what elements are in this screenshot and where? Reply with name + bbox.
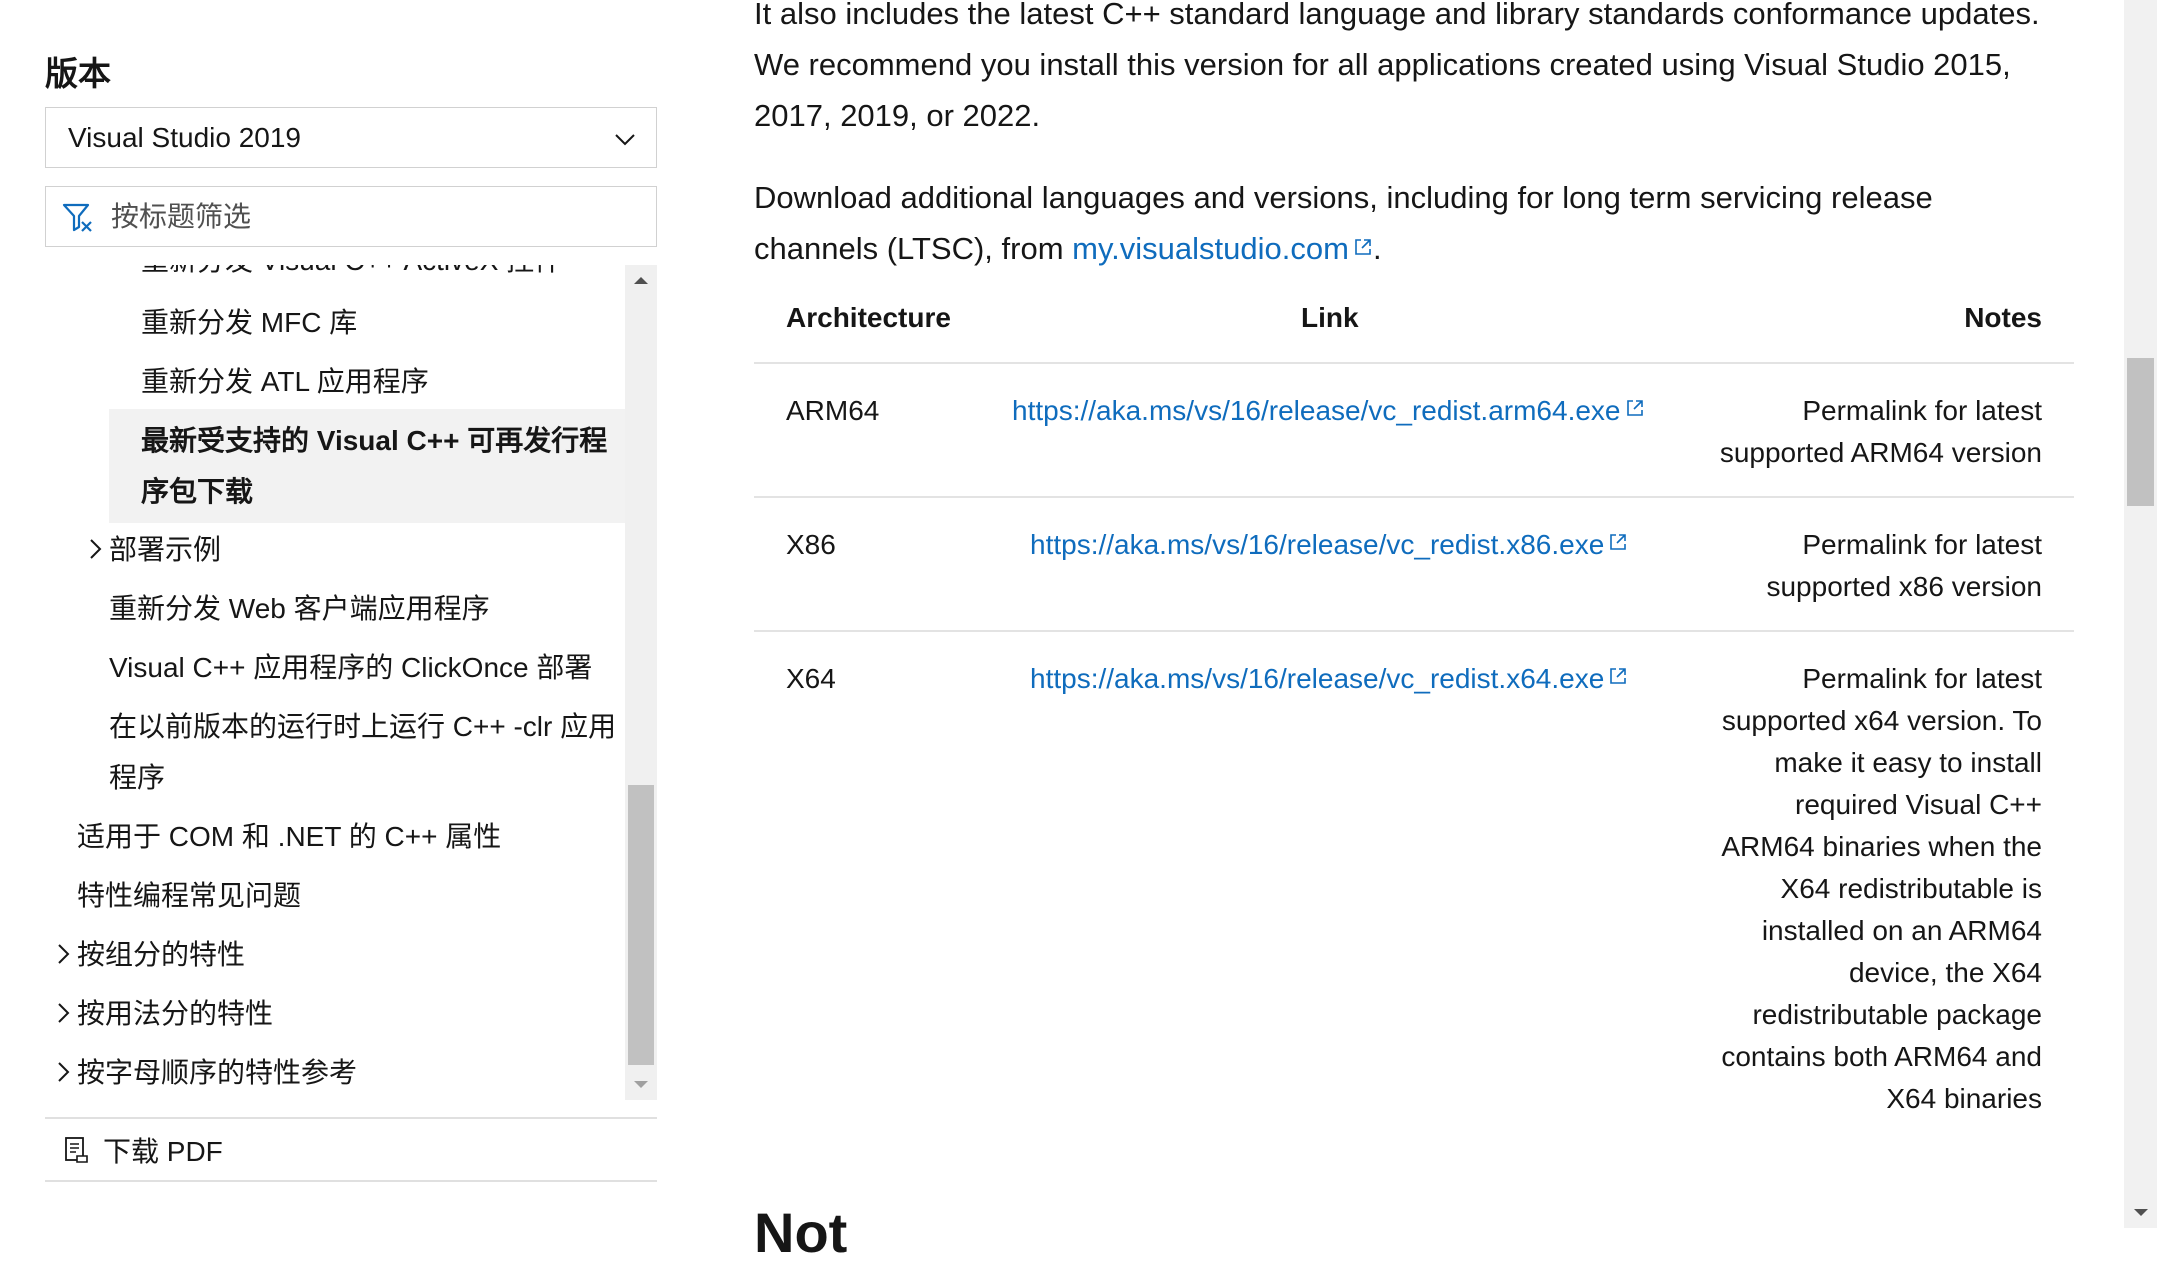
table-divider: [754, 496, 2074, 498]
vc-redist-arm64-link-text: https://aka.ms/vs/16/release/vc_redist.a…: [1012, 395, 1621, 426]
chevron-right-icon[interactable]: [85, 536, 105, 562]
cell-architecture: ARM64: [786, 395, 880, 426]
toc-item-attribute-faq[interactable]: 特性编程常见问题: [77, 870, 301, 921]
external-link-icon: [1610, 534, 1627, 550]
cell-link: https://aka.ms/vs/16/release/vc_redist.x…: [1030, 524, 1628, 566]
chevron-right-icon[interactable]: [53, 941, 73, 967]
toc-scrollbar[interactable]: [625, 265, 657, 1100]
chevron-right-icon[interactable]: [53, 1000, 73, 1026]
version-select[interactable]: Visual Studio 2019: [45, 107, 657, 168]
filter-input[interactable]: [109, 199, 656, 234]
divider: [45, 1117, 657, 1119]
col-header-link: Link: [1301, 302, 1359, 333]
toc-viewport: 重新分发 Visual C++ ActiveX 控件 重新分发 MFC 库 重新…: [45, 265, 657, 1100]
vc-redist-x86-link-text: https://aka.ms/vs/16/release/vc_redist.x…: [1030, 529, 1605, 560]
version-select-value: Visual Studio 2019: [68, 121, 301, 153]
vc-redist-arm64-link[interactable]: https://aka.ms/vs/16/release/vc_redist.a…: [1012, 395, 1645, 426]
cell-notes: Permalink for latest supported ARM64 ver…: [1719, 395, 2042, 468]
intro-paragraph: It also includes the latest C++ standard…: [754, 0, 2040, 133]
my-visualstudio-link[interactable]: my.visualstudio.com: [1072, 231, 1373, 266]
toc-item-redistribute-activex[interactable]: 重新分发 Visual C++ ActiveX 控件: [141, 265, 562, 286]
vc-redist-x64-link-text: https://aka.ms/vs/16/release/vc_redist.x…: [1030, 663, 1605, 694]
cell-architecture: X86: [786, 529, 836, 560]
vc-redist-x64-link[interactable]: https://aka.ms/vs/16/release/vc_redist.x…: [1030, 663, 1628, 694]
external-link-icon: [1355, 239, 1371, 255]
toc-item-run-clr-previous[interactable]: 在以前版本的运行时上运行 C++ -clr 应用程序: [109, 701, 629, 803]
toc-item-redistribute-atl[interactable]: 重新分发 ATL 应用程序: [141, 356, 429, 407]
toc-item-attributes-by-usage[interactable]: 按用法分的特性: [77, 988, 273, 1039]
toc-scrollbar-thumb[interactable]: [628, 785, 654, 1065]
cell-notes: Permalink for latest supported x86 versi…: [1766, 529, 2042, 602]
divider: [45, 1180, 657, 1182]
col-header-architecture: Architecture: [786, 302, 951, 333]
download-paragraph-end: .: [1372, 231, 1382, 266]
left-navigation: 版本 Visual Studio 2019 重新分发 Visual C++ Ac…: [0, 0, 680, 1228]
my-visualstudio-link-text: my.visualstudio.com: [1072, 231, 1349, 266]
page-scrollbar[interactable]: [2124, 0, 2157, 1228]
vc-redist-x86-link[interactable]: https://aka.ms/vs/16/release/vc_redist.x…: [1030, 529, 1628, 560]
version-heading: 版本: [45, 55, 111, 92]
main-content: It also includes the latest C++ standard…: [754, 0, 2074, 1263]
toc-item-attributes-by-group[interactable]: 按组分的特性: [77, 929, 245, 980]
scroll-down-arrow-icon[interactable]: [625, 1070, 657, 1100]
toc-item-redistribute-web-client[interactable]: 重新分发 Web 客户端应用程序: [109, 583, 490, 634]
toc-item-redistribute-mfc[interactable]: 重新分发 MFC 库: [141, 297, 357, 348]
next-section-heading: Not: [754, 1201, 848, 1264]
toc-item-latest-redist[interactable]: 最新受支持的 Visual C++ 可再发行程序包下载: [109, 409, 625, 523]
download-pdf-button[interactable]: 下载 PDF: [45, 1120, 657, 1180]
col-header-notes: Notes: [1964, 302, 2042, 333]
toc-item-clickonce[interactable]: Visual C++ 应用程序的 ClickOnce 部署: [109, 642, 592, 693]
scroll-up-arrow-icon[interactable]: [625, 265, 657, 295]
toc-item-deployment-examples[interactable]: 部署示例: [109, 524, 221, 575]
download-paragraph: Download additional languages and versio…: [754, 172, 2004, 274]
chevron-right-icon[interactable]: [53, 1059, 73, 1085]
cell-link: https://aka.ms/vs/16/release/vc_redist.a…: [1012, 390, 1645, 432]
table-divider: [754, 630, 2074, 632]
toc-item-com-net-attributes[interactable]: 适用于 COM 和 .NET 的 C++ 属性: [77, 811, 501, 862]
table-divider: [754, 362, 2074, 364]
cell-link: https://aka.ms/vs/16/release/vc_redist.x…: [1030, 658, 1628, 700]
chevron-down-icon: [615, 134, 635, 146]
cell-architecture: X64: [786, 663, 836, 694]
toc-item-attributes-alphabetical[interactable]: 按字母顺序的特性参考: [77, 1047, 357, 1098]
filter-icon: [62, 203, 92, 232]
page-scrollbar-thumb[interactable]: [2127, 358, 2154, 506]
download-pdf-label: 下载 PDF: [103, 1136, 223, 1167]
filter-box[interactable]: [45, 186, 657, 247]
external-link-icon: [1610, 668, 1627, 684]
scroll-down-arrow-icon[interactable]: [2124, 1198, 2157, 1228]
external-link-icon: [1626, 400, 1643, 416]
cell-notes: Permalink for latest supported x64 versi…: [1721, 663, 2042, 1114]
pdf-document-icon: [65, 1137, 88, 1163]
